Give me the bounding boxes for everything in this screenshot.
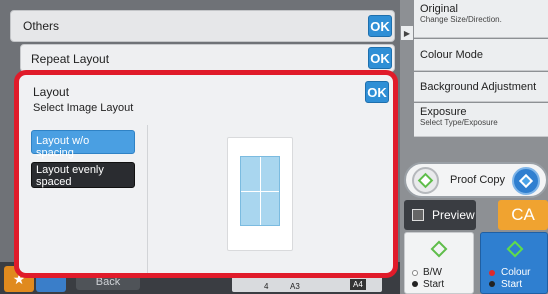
expand-arrow-icon[interactable]: ▶ — [401, 26, 413, 40]
colour-start-label-1: Colour — [501, 267, 531, 278]
exposure-label: Exposure — [420, 106, 467, 118]
layout-title: Layout — [33, 85, 70, 99]
others-ok-button[interactable]: OK — [368, 15, 392, 37]
others-panel: Others OK — [10, 10, 395, 42]
bw-start-label-2: Start — [423, 279, 445, 290]
start-diamond-icon — [430, 240, 448, 258]
layout-subtitle: Select Image Layout — [33, 102, 134, 114]
preview-icon — [412, 209, 424, 221]
colour-mode-label: Colour Mode — [420, 49, 483, 61]
original-label: Original — [420, 3, 458, 15]
layout-ok-button[interactable]: OK — [365, 81, 389, 103]
layout-panel: Layout Select Image Layout OK Layout w/o… — [14, 70, 398, 278]
bw-start-button[interactable]: B/W Start — [404, 232, 474, 294]
proof-copy-colour-icon[interactable] — [512, 167, 540, 195]
bw-start-label-1: B/W — [423, 267, 442, 278]
preview-label: Preview — [432, 208, 475, 222]
layout-preview — [227, 137, 293, 251]
preview-button[interactable]: Preview — [404, 200, 476, 230]
original-menu-item[interactable]: Original Change Size/Direction. — [414, 0, 548, 38]
colour-mode-menu-item[interactable]: Colour Mode — [414, 39, 548, 71]
background-adjustment-label: Background Adjustment — [420, 81, 537, 93]
layout-without-spacing-button[interactable]: Layout w/o spacing — [31, 130, 135, 159]
proof-copy-bar[interactable]: Proof Copy — [404, 162, 548, 198]
exposure-menu-item[interactable]: Exposure Select Type/Exposure — [414, 103, 548, 137]
repeat-layout-panel: Repeat Layout OK — [20, 44, 395, 72]
exposure-sublabel: Select Type/Exposure — [420, 118, 498, 127]
start-diamond-icon — [506, 240, 524, 258]
tray-number: 4 — [264, 282, 269, 291]
layout-evenly-spaced-button[interactable]: Layout evenly spaced — [31, 162, 135, 188]
clear-all-button[interactable]: CA — [498, 200, 548, 230]
layout-preview-grid-icon — [240, 156, 280, 226]
colour-start-label-2: Start — [501, 279, 523, 290]
tray-size-a3: A3 — [290, 282, 300, 291]
original-sublabel: Change Size/Direction. — [420, 15, 502, 24]
background-adjustment-menu-item[interactable]: Background Adjustment — [414, 72, 548, 102]
tray-size-a4: A4 — [350, 279, 366, 290]
others-title: Others — [23, 19, 60, 33]
colour-start-button[interactable]: Colour Start — [480, 232, 548, 294]
divider — [147, 125, 148, 273]
proof-copy-label: Proof Copy — [450, 174, 506, 186]
proof-copy-start-icon[interactable] — [412, 167, 439, 194]
repeat-layout-ok-button[interactable]: OK — [368, 47, 392, 69]
repeat-layout-title: Repeat Layout — [31, 52, 110, 66]
